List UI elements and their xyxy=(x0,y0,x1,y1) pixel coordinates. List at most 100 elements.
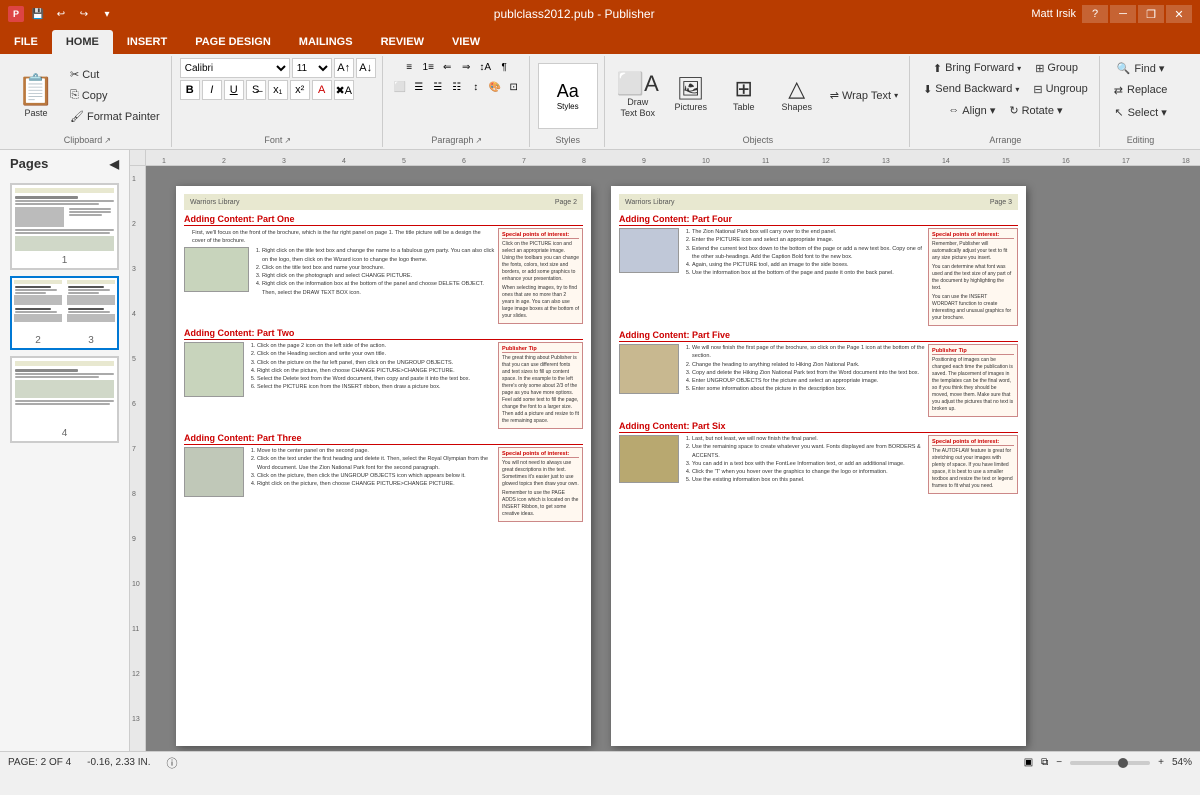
redo-button[interactable]: ↪ xyxy=(74,4,94,24)
align-right-button[interactable]: ☱ xyxy=(429,78,447,96)
save-button[interactable]: 💾 xyxy=(28,4,48,24)
tab-file[interactable]: FILE xyxy=(0,30,52,54)
font-expand-icon[interactable]: ↗ xyxy=(284,136,291,145)
pages-collapse-arrow[interactable]: ◀ xyxy=(110,157,119,171)
table-button[interactable]: ⊞ Table xyxy=(719,63,769,129)
paragraph-expand-icon[interactable]: ↗ xyxy=(475,136,482,145)
page2-s1-img1 xyxy=(184,247,249,292)
font-name-select[interactable]: Calibri xyxy=(180,58,290,78)
arrange-row-2: ⬇ Send Backward ▾ ⊟ Ungroup xyxy=(918,79,1093,99)
numbering-button[interactable]: 1≡ xyxy=(419,58,437,76)
ungroup-icon: ⊟ xyxy=(1033,83,1042,96)
italic-button[interactable]: I xyxy=(202,80,222,100)
tab-view[interactable]: VIEW xyxy=(438,30,494,54)
clipboard-expand-icon[interactable]: ↗ xyxy=(104,136,111,145)
paste-button[interactable]: 📋 Paste xyxy=(10,63,62,129)
font-color-button[interactable]: A xyxy=(312,80,332,100)
group-button[interactable]: ⊞ Group xyxy=(1030,58,1083,78)
restore-button[interactable]: ❐ xyxy=(1138,5,1164,23)
page-num-2: 2 xyxy=(12,333,64,348)
font-size-select[interactable]: 11 xyxy=(292,58,332,78)
clear-format-button[interactable]: ✖A xyxy=(334,80,354,100)
pictures-button[interactable]: 🖼 Pictures xyxy=(666,63,716,129)
objects-content: ⬜A Draw Text Box 🖼 Pictures ⊞ Table △ Sh… xyxy=(613,58,903,133)
arrange-content: ⬆ Bring Forward ▾ ⊞ Group ⬇ Send Backwar… xyxy=(918,58,1093,133)
window-controls: ? ─ ❐ ✕ xyxy=(1082,5,1192,23)
tab-page-design[interactable]: PAGE DESIGN xyxy=(181,30,285,54)
bring-forward-button[interactable]: ⬆ Bring Forward ▾ xyxy=(928,58,1026,78)
increase-font-button[interactable]: A↑ xyxy=(334,58,354,78)
rotate-button[interactable]: ↻ Rotate ▾ xyxy=(1004,100,1067,120)
page2-s3-list: Move to the center panel on the second p… xyxy=(247,447,495,497)
indent-button[interactable]: ⇒ xyxy=(457,58,475,76)
arrange-row-3: ⇔ Align ▾ ↻ Rotate ▾ xyxy=(943,100,1067,120)
undo-button[interactable]: ↩ xyxy=(51,4,71,24)
draw-text-box-button[interactable]: ⬜A Draw Text Box xyxy=(613,63,663,129)
page3-s2-img xyxy=(619,344,679,394)
styles-label: Styles xyxy=(538,133,598,147)
app-icon: P xyxy=(8,6,24,22)
strikethrough-button[interactable]: S̶ xyxy=(246,80,266,100)
zoom-out-icon[interactable]: − xyxy=(1056,757,1062,768)
ruler-horizontal: /* ruler drawn below */ 1 2 3 4 5 6 7 8 … xyxy=(146,150,1200,166)
superscript-button[interactable]: x² xyxy=(290,80,310,100)
subscript-button[interactable]: x₁ xyxy=(268,80,288,100)
wrap-text-button[interactable]: ⇌ Wrap Text ▾ xyxy=(825,86,903,106)
align-button[interactable]: ⇔ Align ▾ xyxy=(943,100,1000,120)
doc-page-3: Warriors Library Page 3 Adding Content: … xyxy=(611,186,1026,746)
shapes-button[interactable]: △ Shapes xyxy=(772,63,822,129)
select-button[interactable]: ↖ Select ▾ xyxy=(1108,102,1172,122)
bold-button[interactable]: B xyxy=(180,80,200,100)
canvas-area[interactable]: /* ruler drawn below */ 1 2 3 4 5 6 7 8 … xyxy=(130,150,1200,751)
page3-s1-sidebar: Special points of interest: Remember, Pu… xyxy=(928,228,1018,326)
borders-button[interactable]: ⊡ xyxy=(505,78,523,96)
close-button[interactable]: ✕ xyxy=(1166,5,1192,23)
cut-button[interactable]: ✂ Cut xyxy=(65,65,165,85)
sort-button[interactable]: ↕A xyxy=(476,58,494,76)
zoom-in-icon[interactable]: + xyxy=(1158,757,1164,768)
clipboard-content: 📋 Paste ✂ Cut ⎘ Copy 🖌 Format Painter xyxy=(10,58,165,133)
page-thumb-img-2 xyxy=(12,278,64,333)
tab-home[interactable]: HOME xyxy=(52,30,113,54)
tab-review[interactable]: REVIEW xyxy=(367,30,438,54)
shading-button[interactable]: 🎨 xyxy=(486,78,504,96)
tab-mailings[interactable]: MAILINGS xyxy=(285,30,367,54)
justify-button[interactable]: ☷ xyxy=(448,78,466,96)
styles-gallery[interactable]: Aa Styles xyxy=(538,63,598,129)
align-left-button[interactable]: ⬜ xyxy=(391,78,409,96)
page-thumbnail-23[interactable]: 2 3 xyxy=(10,276,119,350)
page2-s2-img xyxy=(184,342,244,397)
find-button[interactable]: 🔍 Find ▾ xyxy=(1111,58,1171,78)
line-spacing-button[interactable]: ↕ xyxy=(467,78,485,96)
page2-section1-title: Adding Content: Part One xyxy=(184,214,583,226)
replace-button[interactable]: ⇄ Replace xyxy=(1108,80,1174,100)
zoom-slider[interactable] xyxy=(1070,761,1150,765)
view-spread-button[interactable]: ⧉ xyxy=(1041,757,1048,768)
page2-s1-sidebar: Special points of interest: Click on the… xyxy=(498,228,583,324)
copy-icon: ⎘ xyxy=(70,89,79,102)
format-painter-button[interactable]: 🖌 Format Painter xyxy=(65,107,165,127)
page-thumbnail-1[interactable]: 1 xyxy=(10,183,119,270)
copy-button[interactable]: ⎘ Copy xyxy=(65,86,165,106)
view-single-button[interactable]: ▣ xyxy=(1024,757,1033,768)
tab-insert[interactable]: INSERT xyxy=(113,30,181,54)
zoom-thumb xyxy=(1118,758,1128,768)
send-backward-button[interactable]: ⬇ Send Backward ▾ xyxy=(918,79,1024,99)
draw-text-box-label: Draw Text Box xyxy=(620,97,655,119)
underline-button[interactable]: U xyxy=(224,80,244,100)
status-right: ▣ ⧉ − + 54% xyxy=(1024,757,1192,768)
ruler-vertical: 1 2 3 4 5 6 7 8 9 10 11 12 13 xyxy=(130,166,146,751)
bullets-button[interactable]: ≡ xyxy=(400,58,418,76)
customize-qa-button[interactable]: ▾ xyxy=(97,4,117,24)
outdent-button[interactable]: ⇐ xyxy=(438,58,456,76)
align-center-button[interactable]: ☰ xyxy=(410,78,428,96)
show-format-button[interactable]: ¶ xyxy=(495,58,513,76)
help-button[interactable]: ? xyxy=(1082,5,1108,23)
page2-s3-sidebar: Special points of interest: You will not… xyxy=(498,447,583,522)
decrease-font-button[interactable]: A↓ xyxy=(356,58,376,78)
ungroup-button[interactable]: ⊟ Ungroup xyxy=(1028,79,1092,99)
minimize-button[interactable]: ─ xyxy=(1110,5,1136,23)
page-thumbnail-4[interactable]: 4 xyxy=(10,356,119,443)
page3-section3-title: Adding Content: Part Six xyxy=(619,421,1018,433)
status-bar: PAGE: 2 OF 4 -0.16, 2.33 IN. ⓘ ▣ ⧉ − + 5… xyxy=(0,751,1200,773)
